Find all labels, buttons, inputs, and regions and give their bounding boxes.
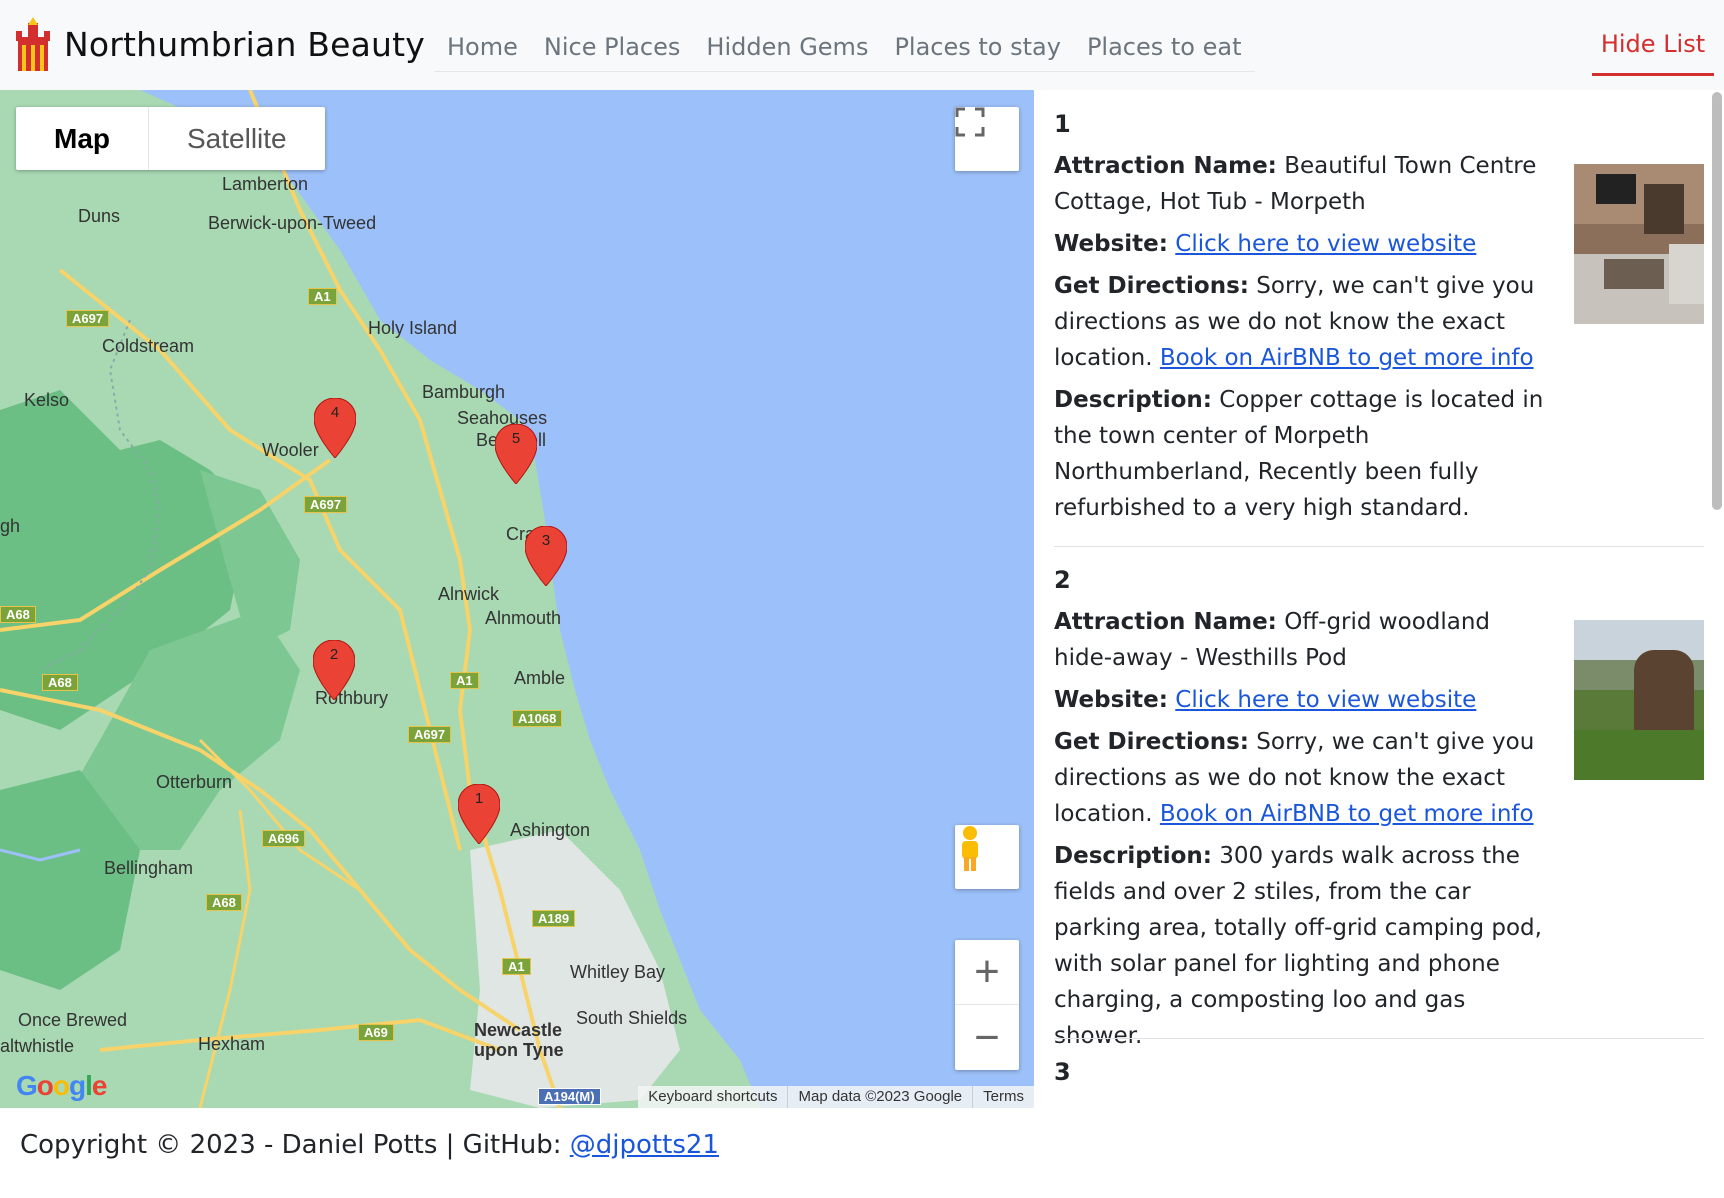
nav-home[interactable]: Home <box>447 33 518 61</box>
field-label: Get Directions: <box>1054 273 1249 299</box>
road-badge: A194(M) <box>538 1088 601 1105</box>
item-divider <box>1054 1038 1704 1039</box>
castle-logo-icon <box>16 17 50 71</box>
road-badge: A697 <box>304 496 348 513</box>
airbnb-link[interactable]: Book on AirBNB to get more info <box>1160 801 1534 827</box>
nav-hidden-gems[interactable]: Hidden Gems <box>706 33 868 61</box>
road-badge: A697 <box>66 310 110 327</box>
item-text: Attraction Name: Beautiful Town Centre C… <box>1054 148 1554 526</box>
road-badge: A1068 <box>512 710 563 727</box>
map-marker-3[interactable]: 3 <box>525 526 567 586</box>
description-text: 300 yards walk across the fields and ove… <box>1054 843 1542 1049</box>
map-type-map-button[interactable]: Map <box>16 107 149 170</box>
copyright-text: Copyright © 2023 - Daniel Potts | GitHub… <box>20 1130 570 1160</box>
map-marker-1[interactable]: 1 <box>458 784 500 844</box>
list-item: 2 Attraction Name: Off-grid woodland hid… <box>1054 562 1704 1060</box>
field-label: Description: <box>1054 387 1212 413</box>
attraction-thumbnail <box>1574 164 1704 324</box>
field-label: Website: <box>1054 687 1168 713</box>
road-badge: A189 <box>532 910 576 927</box>
field-label: Get Directions: <box>1054 729 1249 755</box>
nav-nice-places[interactable]: Nice Places <box>544 33 681 61</box>
map-marker-4[interactable]: 4 <box>314 398 356 458</box>
brand[interactable]: Northumbrian Beauty <box>14 16 425 72</box>
field-label: Website: <box>1054 231 1168 257</box>
road-badge: A696 <box>262 830 306 847</box>
list-item: 1 Attraction Name: Beautiful Town Centre… <box>1054 106 1704 532</box>
item-divider <box>1054 546 1704 547</box>
road-badges: A1 A697 A697 A68 A68 A1 A1068 A697 A696 … <box>0 90 1034 1108</box>
item-number: 2 <box>1054 566 1071 594</box>
road-badge: A68 <box>0 606 36 623</box>
attraction-list[interactable]: 1 Attraction Name: Beautiful Town Centre… <box>1034 90 1724 1108</box>
keyboard-shortcuts-link[interactable]: Keyboard shortcuts <box>638 1086 787 1108</box>
fullscreen-button[interactable] <box>955 107 1019 171</box>
attraction-thumbnail <box>1574 620 1704 780</box>
road-badge: A1 <box>450 672 479 689</box>
item-number: 1 <box>1054 110 1071 138</box>
nav-places-to-stay[interactable]: Places to stay <box>894 33 1061 61</box>
item-text: Attraction Name: Off-grid woodland hide-… <box>1054 604 1554 1054</box>
road-badge: A1 <box>308 288 337 305</box>
list-item: 3 <box>1054 1054 1704 1096</box>
map-marker-2[interactable]: 2 <box>313 640 355 700</box>
road-badge: A697 <box>408 726 452 743</box>
nav-places-to-eat[interactable]: Places to eat <box>1087 33 1242 61</box>
road-badge: A1 <box>502 958 531 975</box>
road-badge: A68 <box>42 674 78 691</box>
terms-link[interactable]: Terms <box>972 1086 1034 1108</box>
main-nav: Home Nice Places Hidden Gems Places to s… <box>434 22 1255 72</box>
hide-list-button[interactable]: Hide List <box>1592 22 1714 76</box>
road-badge: A69 <box>358 1024 394 1041</box>
map-type-satellite-button[interactable]: Satellite <box>149 107 325 170</box>
list-scrollbar[interactable] <box>1712 92 1722 510</box>
airbnb-link[interactable]: Book on AirBNB to get more info <box>1160 345 1534 371</box>
map-data-text: Map data ©2023 Google <box>787 1086 972 1108</box>
map-attribution: Keyboard shortcuts Map data ©2023 Google… <box>638 1086 1034 1108</box>
field-label: Attraction Name: <box>1054 609 1277 635</box>
map[interactable]: Lamberton Duns Berwick-upon-Tweed Holy I… <box>0 90 1034 1108</box>
navbar: Northumbrian Beauty Home Nice Places Hid… <box>0 0 1724 90</box>
field-label: Description: <box>1054 843 1212 869</box>
map-marker-5[interactable]: 5 <box>495 424 537 484</box>
google-logo: Google <box>16 1070 107 1101</box>
item-number: 3 <box>1054 1058 1071 1086</box>
fullscreen-icon <box>955 107 985 137</box>
zoom-out-button[interactable]: − <box>955 1005 1019 1070</box>
zoom-in-button[interactable]: + <box>955 940 1019 1005</box>
field-label: Attraction Name: <box>1054 153 1277 179</box>
zoom-control: + − <box>955 940 1019 1070</box>
pegman-icon <box>962 826 978 871</box>
website-link[interactable]: Click here to view website <box>1175 231 1476 257</box>
road-badge: A68 <box>206 894 242 911</box>
street-view-button[interactable] <box>955 825 1019 889</box>
brand-name: Northumbrian Beauty <box>64 24 426 64</box>
page-footer: Copyright © 2023 - Daniel Potts | GitHub… <box>0 1108 1724 1198</box>
github-link[interactable]: @djpotts21 <box>570 1130 719 1160</box>
map-type-control: Map Satellite <box>16 107 325 170</box>
website-link[interactable]: Click here to view website <box>1175 687 1476 713</box>
